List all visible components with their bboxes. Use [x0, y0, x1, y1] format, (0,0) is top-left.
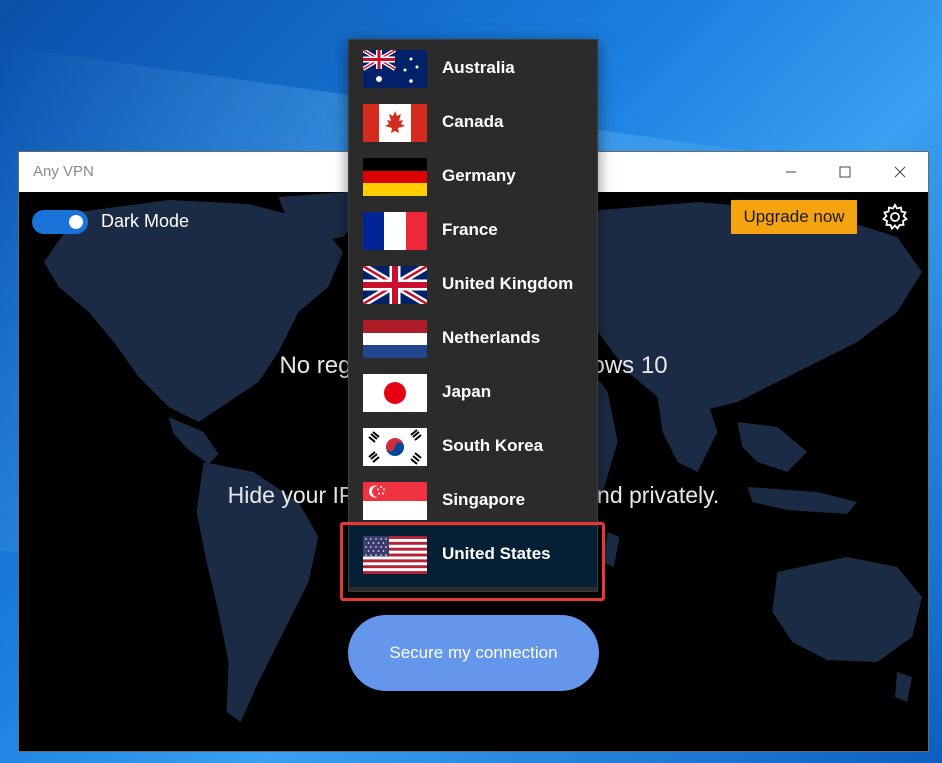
country-item-united-states[interactable]: United States [349, 526, 597, 580]
secure-connection-button[interactable]: Secure my connection [348, 615, 599, 691]
country-label: United Kingdom [442, 274, 574, 293]
minimize-button[interactable] [763, 152, 819, 192]
country-label: Australia [442, 58, 515, 77]
country-label: United States [442, 544, 551, 563]
united-states-flag-icon [363, 536, 427, 574]
france-flag-icon [363, 212, 427, 250]
country-label: South Korea [442, 436, 544, 455]
country-item-netherlands[interactable]: Netherlands [349, 310, 597, 364]
country-item-australia[interactable]: Australia [349, 40, 597, 94]
netherlands-flag-icon [363, 320, 427, 358]
subline-left: Hide your IP [227, 482, 355, 508]
gear-icon[interactable] [881, 203, 909, 231]
united-kingdom-flag-icon [363, 266, 427, 304]
canada-flag-icon [363, 104, 427, 142]
japan-flag-icon [363, 374, 427, 412]
country-item-singapore[interactable]: Singapore [349, 472, 597, 526]
country-item-canada[interactable]: Canada [349, 94, 597, 148]
dark-mode-toggle[interactable] [32, 210, 88, 234]
country-item-japan[interactable]: Japan [349, 364, 597, 418]
maximize-icon [839, 166, 851, 178]
window-title: Any VPN [33, 163, 94, 180]
dark-mode-label: Dark Mode [101, 211, 190, 231]
maximize-button[interactable] [817, 152, 873, 192]
germany-flag-icon [363, 158, 427, 196]
country-item-united-kingdom[interactable]: United Kingdom [349, 256, 597, 310]
close-button[interactable] [872, 152, 928, 192]
country-label: Japan [442, 382, 492, 401]
australia-flag-icon [363, 50, 427, 88]
country-label: Canada [442, 112, 504, 131]
country-item-south-korea[interactable]: South Korea [349, 418, 597, 472]
singapore-flag-icon [363, 482, 427, 520]
toggle-knob [69, 215, 83, 229]
country-label: Singapore [442, 490, 526, 509]
minimize-icon [786, 171, 796, 173]
country-dropdown-list[interactable]: Australia Canada Germany France United K… [348, 39, 598, 592]
south-korea-flag-icon [363, 428, 427, 466]
country-label: France [442, 220, 498, 239]
country-item-france[interactable]: France [349, 202, 597, 256]
subline-right: and privately. [584, 482, 720, 508]
country-label: Netherlands [442, 328, 541, 347]
close-icon [894, 166, 906, 178]
upgrade-now-button[interactable]: Upgrade now [731, 200, 857, 234]
country-label: Germany [442, 166, 516, 185]
country-item-germany[interactable]: Germany [349, 148, 597, 202]
